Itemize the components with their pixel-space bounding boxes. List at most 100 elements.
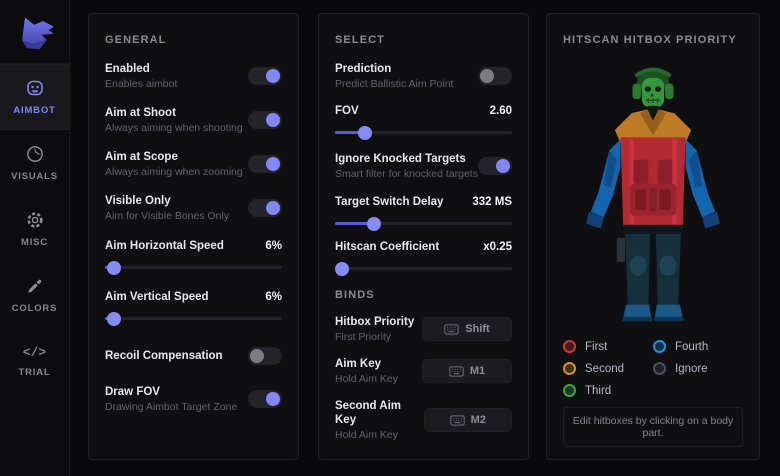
prediction-toggle[interactable] <box>478 67 512 85</box>
setting-label: Prediction <box>335 62 453 76</box>
recoil-compensation-toggle[interactable] <box>248 347 282 365</box>
body-part-head[interactable] <box>633 69 674 108</box>
enabled-toggle[interactable] <box>248 67 282 85</box>
eyedropper-icon <box>25 276 45 296</box>
toggle-knob <box>250 349 264 363</box>
setting-sublabel: Always aiming when zooming <box>105 166 243 178</box>
keybind-value: M1 <box>470 365 485 377</box>
setting-draw-fov: Draw FOV Drawing Aimbot Target Zone <box>105 385 282 413</box>
aim-at-shoot-toggle[interactable] <box>248 111 282 129</box>
bind-sublabel: Hold Aim Key <box>335 429 424 441</box>
body-part-feet[interactable] <box>622 305 683 322</box>
legend-item-third[interactable]: Third <box>563 384 653 397</box>
bind-label: Hitbox Priority <box>335 315 414 329</box>
body-part-right-arm[interactable] <box>686 139 720 228</box>
setting-label: Aim Vertical Speed <box>105 290 209 304</box>
legend-item-first[interactable]: First <box>563 340 653 353</box>
target-switch-delay-slider[interactable] <box>335 222 512 225</box>
sidebar-item-aimbot[interactable]: AIMBOT <box>0 64 69 130</box>
visible-only-toggle[interactable] <box>248 199 282 217</box>
slider-thumb[interactable] <box>367 217 381 231</box>
setting-hitscan-coefficient: Hitscan Coefficient x0.25 <box>335 240 512 270</box>
legend-item-second[interactable]: Second <box>563 362 653 375</box>
setting-visible-only: Visible Only Aim for Visible Bones Only <box>105 194 282 222</box>
sidebar-item-visuals[interactable]: VISUALS <box>0 130 69 196</box>
sidebar-item-trial[interactable]: </> TRIAL <box>0 328 69 394</box>
setting-sublabel: Always aiming when shooting <box>105 122 243 134</box>
bind-sublabel: Hold Aim Key <box>335 373 398 385</box>
panel-title: SELECT <box>335 34 512 46</box>
hitscan-coefficient-slider[interactable] <box>335 267 512 270</box>
setting-aim-horizontal-speed: Aim Horizontal Speed 6% <box>105 239 282 269</box>
body-part-right-leg[interactable] <box>656 234 681 306</box>
wolf-logo-icon <box>13 13 57 51</box>
slider-fill <box>105 266 114 269</box>
setting-recoil-compensation: Recoil Compensation <box>105 347 282 365</box>
setting-fov: FOV 2.60 <box>335 104 512 134</box>
setting-label: Enabled <box>105 62 177 76</box>
bind-label: Aim Key <box>335 357 398 371</box>
body-part-left-arm[interactable] <box>586 139 620 228</box>
setting-sublabel: Enables aimbot <box>105 78 177 90</box>
setting-sublabel: Predict Ballistic Aim Point <box>335 78 453 90</box>
fourth-priority-swatch <box>653 340 666 353</box>
body-part-torso[interactable] <box>620 137 685 227</box>
toggle-knob <box>266 157 280 171</box>
sidebar-nav: AIMBOT VISUALS MISC COLOR <box>0 64 69 394</box>
aim-vertical-speed-slider[interactable] <box>105 317 282 320</box>
bind-label: Second Aim Key <box>335 399 424 427</box>
setting-label: Target Switch Delay <box>335 195 443 209</box>
slider-thumb[interactable] <box>335 262 349 276</box>
first-priority-swatch <box>563 340 576 353</box>
sidebar-item-colors[interactable]: COLORS <box>0 262 69 328</box>
brand-logo[interactable] <box>0 0 69 64</box>
body-part-pelvis[interactable] <box>623 225 682 234</box>
setting-label: Aim at Shoot <box>105 106 243 120</box>
hitbox-priority-panel: HITSCAN HITBOX PRIORITY <box>546 13 760 460</box>
second-aim-key-keybind-button[interactable]: M2 <box>424 408 512 432</box>
setting-aim-at-scope: Aim at Scope Always aiming when zooming <box>105 150 282 178</box>
aim-key-keybind-button[interactable]: M1 <box>422 359 512 383</box>
general-panel: GENERAL Enabled Enables aimbot Aim at Sh… <box>88 13 299 460</box>
sidebar-item-label: TRIAL <box>19 367 51 378</box>
setting-prediction: Prediction Predict Ballistic Aim Point <box>335 62 512 90</box>
keybind-value: Shift <box>465 323 489 335</box>
aim-at-scope-toggle[interactable] <box>248 155 282 173</box>
setting-label: FOV <box>335 104 359 118</box>
legend-item-ignore[interactable]: Ignore <box>653 362 743 375</box>
bind-hitbox-priority: Hitbox Priority First Priority Shift <box>335 315 512 343</box>
select-panel: SELECT Prediction Predict Ballistic Aim … <box>318 13 529 460</box>
legend-item-fourth[interactable]: Fourth <box>653 340 743 353</box>
setting-sublabel: Drawing Aimbot Target Zone <box>105 401 237 413</box>
setting-label: Ignore Knocked Targets <box>335 152 478 166</box>
sidebar-item-label: MISC <box>21 237 48 248</box>
setting-aim-at-shoot: Aim at Shoot Always aiming when shooting <box>105 106 282 134</box>
setting-value: x0.25 <box>483 241 512 253</box>
setting-label: Aim Horizontal Speed <box>105 239 224 253</box>
hitbox-character-model <box>574 54 732 336</box>
legend-label: First <box>585 341 607 353</box>
toggle-knob <box>496 159 510 173</box>
character-model <box>563 54 743 338</box>
second-priority-swatch <box>563 362 576 375</box>
hitbox-priority-keybind-button[interactable]: Shift <box>422 317 512 341</box>
setting-label: Hitscan Coefficient <box>335 240 439 254</box>
aim-horizontal-speed-slider[interactable] <box>105 266 282 269</box>
third-priority-swatch <box>563 384 576 397</box>
fov-slider[interactable] <box>335 131 512 134</box>
slider-thumb[interactable] <box>107 312 121 326</box>
ignore-knocked-toggle[interactable] <box>478 157 512 175</box>
code-brackets-icon: </> <box>23 345 46 360</box>
toggle-knob <box>480 69 494 83</box>
setting-label: Visible Only <box>105 194 229 208</box>
hitbox-legend: First Fourth Second Ignore Third <box>563 340 743 397</box>
draw-fov-toggle[interactable] <box>248 390 282 408</box>
setting-sublabel: Smart filter for knocked targets <box>335 168 478 180</box>
ignore-swatch <box>653 362 666 375</box>
slider-thumb[interactable] <box>358 126 372 140</box>
body-part-left-leg[interactable] <box>625 234 650 306</box>
sidebar-item-label: VISUALS <box>11 171 58 182</box>
slider-thumb[interactable] <box>107 261 121 275</box>
panel-title: HITSCAN HITBOX PRIORITY <box>563 34 743 46</box>
sidebar-item-misc[interactable]: MISC <box>0 196 69 262</box>
